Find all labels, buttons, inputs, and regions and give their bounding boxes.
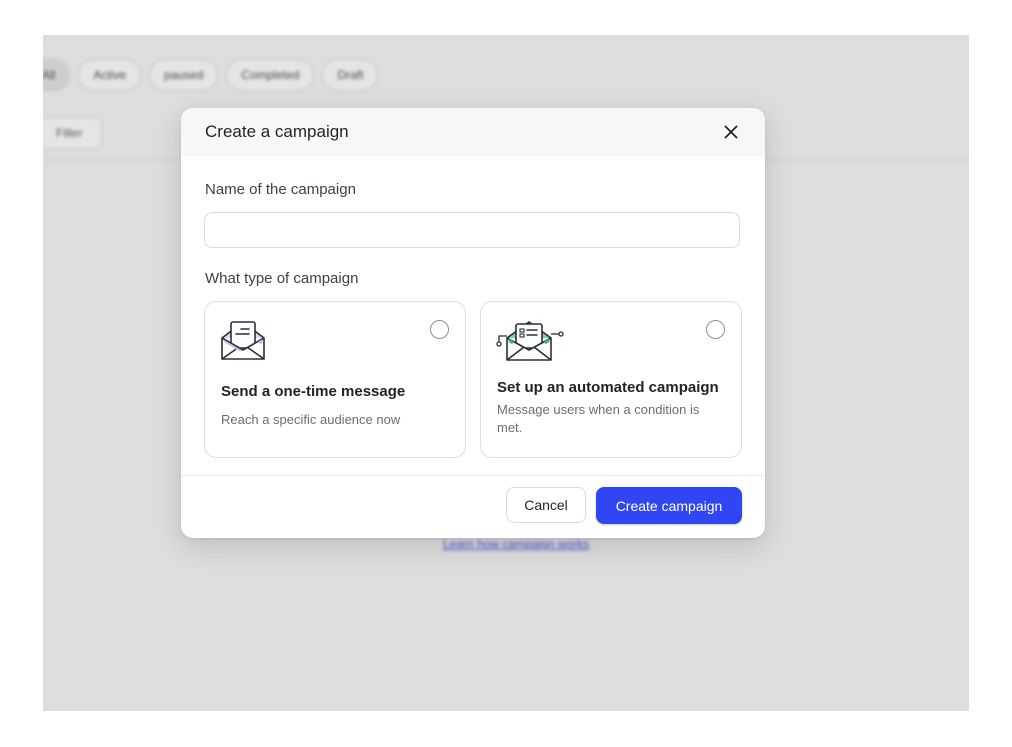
close-icon (724, 125, 738, 139)
create-campaign-button[interactable]: Create campaign (596, 487, 742, 524)
campaign-name-label: Name of the campaign (205, 181, 356, 198)
option-one-time-message[interactable]: Send a one-time message Reach a specific… (204, 301, 466, 458)
create-campaign-modal: Create a campaign Name of the campaign W… (181, 108, 765, 538)
campaign-type-label: What type of campaign (205, 270, 359, 287)
option-one-time-radio[interactable] (430, 320, 449, 339)
option-automated-title: Set up an automated campaign (497, 379, 719, 396)
campaign-name-input[interactable] (204, 212, 740, 248)
footer-divider (181, 475, 765, 476)
open-envelope-icon (219, 318, 267, 369)
option-one-time-description: Reach a specific audience now (221, 412, 401, 427)
close-button[interactable] (717, 120, 745, 144)
cancel-button[interactable]: Cancel (506, 487, 586, 523)
modal-title: Create a campaign (205, 122, 349, 141)
modal-header: Create a campaign (181, 108, 765, 156)
option-automated-description: Message users when a condition is met. (497, 402, 700, 435)
option-automated-campaign[interactable]: Set up an automated campaign Message use… (480, 301, 742, 458)
option-one-time-title: Send a one-time message (221, 383, 406, 400)
option-automated-radio[interactable] (706, 320, 725, 339)
automated-envelope-icon (495, 318, 565, 369)
